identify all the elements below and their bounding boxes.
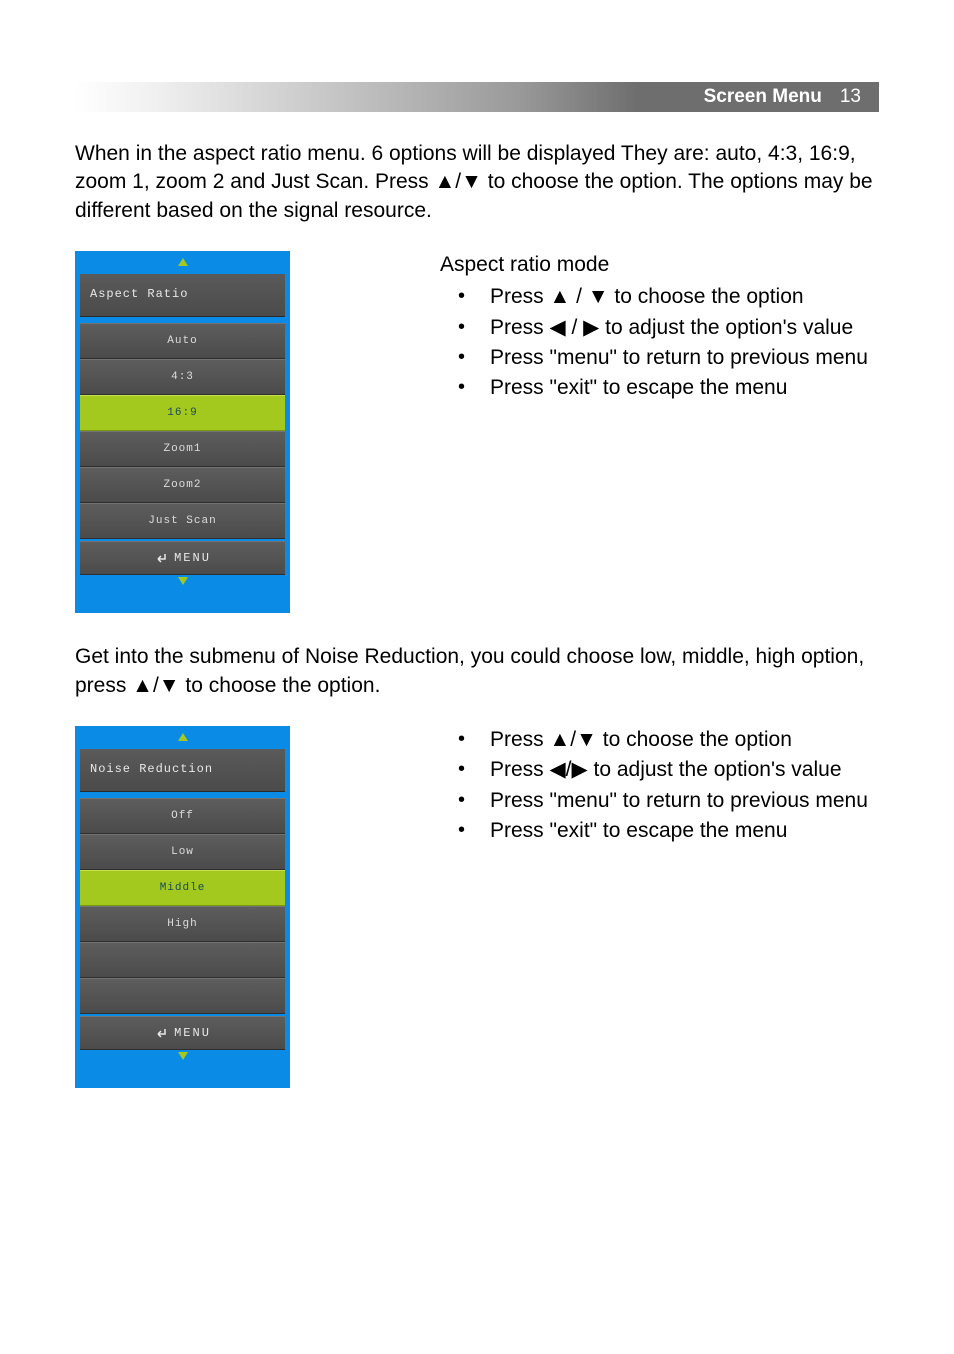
instruction-item: Press "exit" to escape the menu [450, 817, 879, 845]
osd-down-arrow-icon [80, 575, 285, 593]
intro-paragraph-2: Get into the submenu of Noise Reduction,… [75, 643, 879, 700]
osd-option-off[interactable]: Off [80, 798, 285, 834]
osd-down-arrow-icon [80, 1050, 285, 1068]
page-header: Screen Menu 13 [75, 82, 879, 112]
aspect-ratio-heading: Aspect ratio mode [440, 251, 879, 279]
osd-title: Aspect Ratio [80, 274, 285, 317]
instruction-item: Press "exit" to escape the menu [450, 374, 879, 402]
osd-option-high[interactable]: High [80, 906, 285, 942]
instruction-list: Press ▲ / ▼ to choose the option Press ◀… [440, 283, 879, 402]
page-content: When in the aspect ratio menu. 6 options… [75, 140, 879, 1118]
osd-title: Noise Reduction [80, 749, 285, 792]
osd-option-empty: . [80, 978, 285, 1014]
osd-option-zoom1[interactable]: Zoom1 [80, 431, 285, 467]
intro-paragraph-1: When in the aspect ratio menu. 6 options… [75, 140, 879, 225]
osd-option-zoom2[interactable]: Zoom2 [80, 467, 285, 503]
instruction-item: Press ▲/▼ to choose the option [450, 726, 879, 754]
section-noise-reduction: Noise Reduction Off Low Middle High . . … [75, 726, 879, 1088]
aspect-ratio-instructions: Aspect ratio mode Press ▲ / ▼ to choose … [290, 251, 879, 405]
osd-option-list: Auto 4:3 16:9 Zoom1 Zoom2 Just Scan [80, 323, 285, 539]
osd-option-16-9[interactable]: 16:9 [80, 395, 285, 431]
instruction-list: Press ▲/▼ to choose the option Press ◀/▶… [440, 726, 879, 845]
osd-option-middle[interactable]: Middle [80, 870, 285, 906]
noise-reduction-instructions: Press ▲/▼ to choose the option Press ◀/▶… [290, 726, 879, 847]
osd-noise-reduction: Noise Reduction Off Low Middle High . . … [75, 726, 290, 1088]
osd-option-empty: . [80, 942, 285, 978]
header-title: Screen Menu [704, 86, 822, 108]
osd-option-4-3[interactable]: 4:3 [80, 359, 285, 395]
instruction-item: Press ◀ / ▶ to adjust the option's value [450, 314, 879, 342]
osd-option-low[interactable]: Low [80, 834, 285, 870]
instruction-item: Press "menu" to return to previous menu [450, 344, 879, 372]
osd-up-arrow-icon [80, 731, 285, 749]
osd-menu-label: MENU [174, 1025, 211, 1041]
osd-menu-button[interactable]: MENU [80, 541, 285, 575]
osd-aspect-ratio: Aspect Ratio Auto 4:3 16:9 Zoom1 Zoom2 J… [75, 251, 290, 613]
osd-option-list: Off Low Middle High . . [80, 798, 285, 1014]
instruction-item: Press ◀/▶ to adjust the option's value [450, 756, 879, 784]
instruction-item: Press "menu" to return to previous menu [450, 787, 879, 815]
instruction-item: Press ▲ / ▼ to choose the option [450, 283, 879, 311]
osd-up-arrow-icon [80, 256, 285, 274]
osd-menu-label: MENU [174, 550, 211, 566]
osd-menu-button[interactable]: MENU [80, 1016, 285, 1050]
section-aspect-ratio: Aspect Ratio Auto 4:3 16:9 Zoom1 Zoom2 J… [75, 251, 879, 613]
osd-option-auto[interactable]: Auto [80, 323, 285, 359]
return-icon [154, 552, 168, 564]
return-icon [154, 1027, 168, 1039]
header-page-number: 13 [840, 86, 861, 108]
osd-option-just-scan[interactable]: Just Scan [80, 503, 285, 539]
